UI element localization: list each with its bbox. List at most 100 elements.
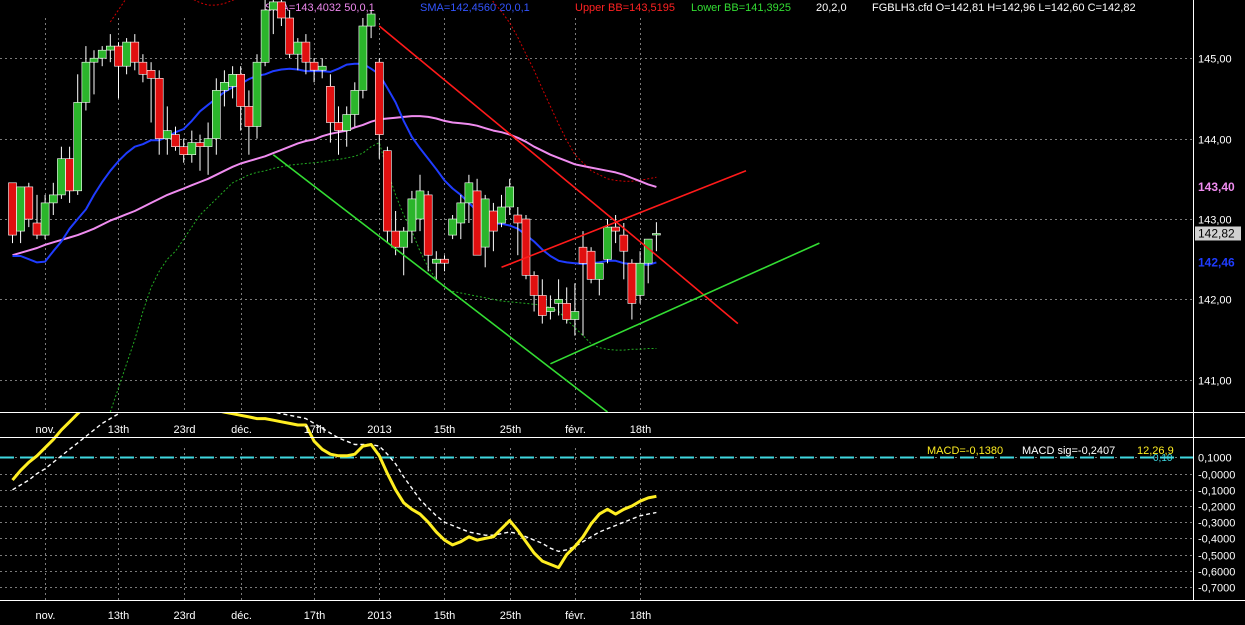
date-label-bottom: déc. [231, 610, 252, 622]
date-label-top: 25th [500, 424, 521, 436]
date-label-top: 2013 [367, 424, 391, 436]
date-label-top: déc. [231, 424, 252, 436]
candle-body [407, 198, 417, 232]
chart-background [0, 0, 1245, 625]
candle-body [73, 102, 82, 192]
candle-body [138, 61, 148, 75]
candle-body [456, 202, 466, 224]
candle-body [154, 78, 164, 139]
date-label-top: 23rd [173, 424, 195, 436]
candle-body [40, 202, 50, 236]
candle-body [448, 218, 457, 236]
candle-body [554, 299, 563, 304]
candle-body [203, 138, 213, 147]
candle-body [301, 41, 311, 63]
macd-tick-label: -0,4000 [1198, 534, 1235, 546]
macd-tick-label: -0,3000 [1198, 518, 1235, 530]
candle-body [342, 114, 352, 131]
candle-body [586, 250, 596, 280]
candle-body [423, 194, 433, 256]
candle-body [228, 74, 237, 87]
candle-body [163, 130, 172, 139]
candle-body [212, 90, 221, 139]
price-tick-label: 144,00 [1198, 135, 1232, 147]
macd-tick-label: -0,2000 [1198, 502, 1235, 514]
upper-bb-legend: Upper BB=143,5195 [575, 2, 675, 14]
date-label-top: 13th [108, 424, 129, 436]
candle-body [578, 246, 588, 264]
candle-body [603, 226, 612, 260]
macd-tick-label: -0,7000 [1198, 583, 1235, 595]
candle-body [334, 122, 343, 131]
date-label-bottom: 13th [108, 610, 129, 622]
candle-body [440, 258, 449, 264]
candle-body [635, 262, 645, 296]
date-label-bottom: nov. [36, 610, 56, 622]
candle-body [537, 295, 547, 316]
candle-body [594, 262, 604, 280]
candle-body [309, 61, 319, 71]
macd-legend: MACD=-0,1380 [927, 445, 1003, 457]
candle-body [317, 65, 327, 71]
candle-body [16, 186, 25, 232]
candle-body [65, 158, 74, 192]
date-label-bottom: 23rd [173, 610, 195, 622]
date-label-top: 15th [434, 424, 455, 436]
candle-body [489, 210, 498, 232]
candle-body [611, 226, 620, 232]
candle-body [529, 274, 539, 296]
candle-body [293, 41, 303, 55]
candle-body [252, 61, 262, 127]
date-label-top: nov. [36, 424, 56, 436]
price-marker-label: 142,46 [1198, 255, 1235, 269]
candle-body [24, 186, 34, 220]
candle-body [570, 311, 580, 320]
candle-body [521, 218, 531, 276]
candle-body [195, 142, 205, 147]
candle-body [415, 190, 425, 220]
ohlc-readout: FGBLH3.cfd O=142,81 H=142,96 L=142,60 C=… [872, 2, 1136, 14]
candle-body [130, 41, 140, 63]
candle-body [464, 182, 474, 204]
candle-body [391, 230, 400, 248]
candle-body [48, 194, 58, 204]
candle-body [431, 258, 441, 264]
candle-body [350, 90, 360, 115]
macd-tick-label: 0,1000 [1198, 453, 1232, 465]
date-label-bottom: févr. [565, 610, 586, 622]
price-tick-label: 145,00 [1198, 54, 1232, 66]
date-label-bottom: 15th [434, 610, 455, 622]
date-label-bottom: 2013 [367, 610, 391, 622]
candle-body [8, 182, 17, 236]
candle-body [277, 1, 286, 19]
date-label-bottom: 18th [630, 610, 651, 622]
candle-body [374, 61, 384, 135]
candle-body [505, 186, 515, 208]
candle-body [32, 222, 42, 236]
macd-signal-legend: MACD sig=-0,2407 [1022, 445, 1115, 457]
date-label-bottom: 25th [500, 610, 521, 622]
candle-body [57, 158, 66, 196]
price-chart[interactable]: SMA=143,4032 50,0,1 SMA=142,4560 20,0,1 … [0, 0, 1245, 625]
candle-body [383, 150, 392, 232]
candle-body [187, 142, 197, 156]
candle-body [513, 214, 523, 224]
candle-body [627, 262, 637, 304]
candle-body [260, 9, 270, 63]
candle-body [81, 61, 91, 103]
date-label-top: 18th [630, 424, 651, 436]
bb-params-legend: 20,2,0 [816, 2, 847, 14]
candle-body [89, 57, 99, 63]
candle-body [236, 74, 245, 107]
candle-body [285, 17, 294, 55]
candle-body [366, 13, 376, 27]
candle-body [220, 82, 229, 91]
candle-body [179, 146, 188, 155]
price-tick-label: 143,00 [1198, 215, 1232, 227]
date-label-bottom: 17th [304, 610, 325, 622]
price-marker-label: 143,40 [1198, 180, 1235, 194]
price-marker-label: 142,82 [1198, 226, 1235, 240]
candle-body [268, 1, 278, 11]
candle-body [546, 307, 555, 312]
candle-body [171, 134, 180, 148]
